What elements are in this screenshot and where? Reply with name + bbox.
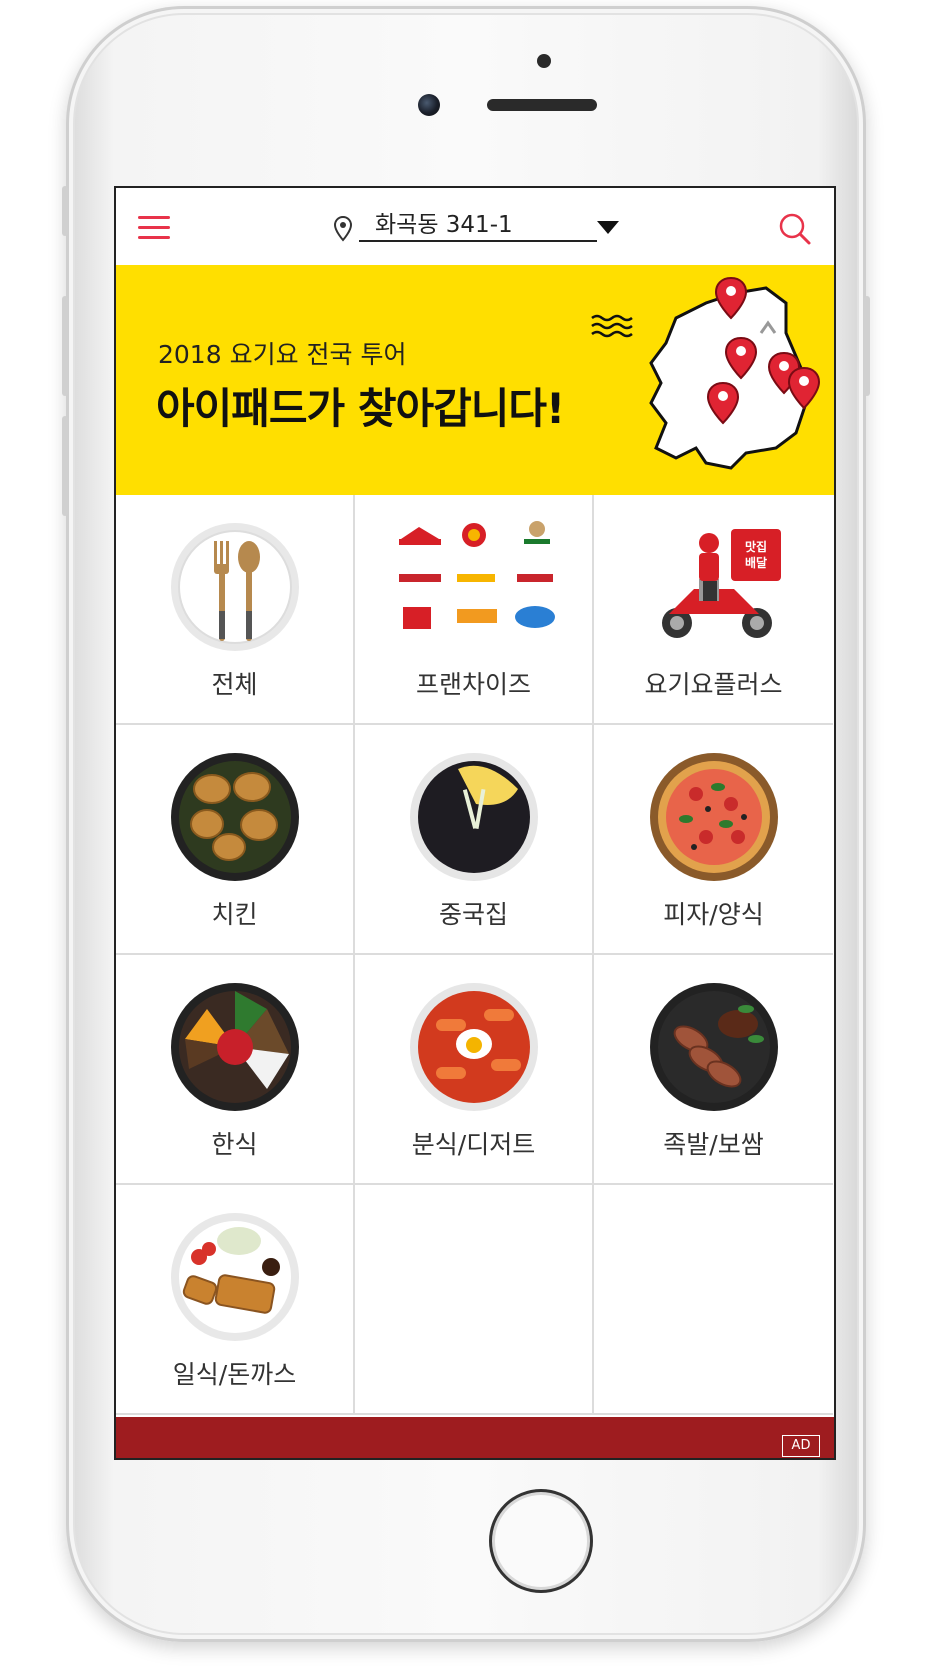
category-franchise[interactable]: 프랜차이즈 bbox=[355, 495, 594, 725]
category-label: 전체 bbox=[211, 670, 258, 699]
category-label: 족발/보쌈 bbox=[663, 1130, 764, 1159]
app-screen: 화곡동 341-1 2018 요기요 전국 투어 아이패드가 찾아갑니다! 전체… bbox=[114, 186, 836, 1460]
svg-text:배달: 배달 bbox=[744, 555, 766, 570]
front-camera bbox=[418, 94, 440, 116]
category-pizza[interactable]: 피자/양식 bbox=[594, 725, 833, 955]
category-label: 치킨 bbox=[211, 900, 258, 929]
category-label: 요기요플러스 bbox=[644, 670, 783, 699]
category-japanese-donkatsu[interactable]: 일식/돈까스 bbox=[116, 1185, 355, 1415]
franchise-logos-icon bbox=[398, 521, 555, 629]
waves-icon bbox=[591, 314, 633, 338]
empty-cell bbox=[594, 1185, 833, 1415]
category-label: 분식/디저트 bbox=[411, 1130, 536, 1159]
search-icon[interactable] bbox=[778, 212, 812, 246]
delivery-scooter-icon: 맛집 배달 bbox=[661, 529, 781, 638]
category-jokbal-bossam[interactable]: 족발/보쌈 bbox=[594, 955, 833, 1185]
proximity-sensor bbox=[537, 54, 551, 68]
plate-cutlery-icon bbox=[170, 523, 299, 651]
category-label: 중국집 bbox=[438, 900, 508, 929]
jokbal-icon bbox=[649, 983, 778, 1111]
category-label: 한식 bbox=[211, 1130, 258, 1159]
top-bar: 화곡동 341-1 bbox=[116, 188, 834, 265]
hamburger-menu-icon[interactable] bbox=[138, 216, 170, 240]
category-all[interactable]: 전체 bbox=[116, 495, 355, 725]
ad-tag: AD bbox=[782, 1435, 820, 1457]
korea-map-illustration bbox=[649, 276, 821, 470]
promo-banner[interactable]: 2018 요기요 전국 투어 아이패드가 찾아갑니다! bbox=[116, 265, 834, 495]
pizza-icon bbox=[649, 753, 778, 881]
mute-switch bbox=[62, 186, 68, 236]
bibimbap-icon bbox=[170, 983, 299, 1111]
chicken-dish-icon bbox=[170, 753, 299, 881]
home-button[interactable] bbox=[489, 1489, 593, 1593]
banner-title: 아이패드가 찾아갑니다! bbox=[156, 384, 565, 433]
volume-down-button bbox=[62, 416, 68, 516]
banner-subtitle: 2018 요기요 전국 투어 bbox=[158, 340, 407, 369]
power-button bbox=[864, 296, 870, 396]
empty-cell bbox=[355, 1185, 594, 1415]
category-label: 프랜차이즈 bbox=[415, 670, 531, 699]
category-chinese[interactable]: 중국집 bbox=[355, 725, 594, 955]
svg-text:맛집: 맛집 bbox=[744, 539, 766, 554]
category-chicken[interactable]: 치킨 bbox=[116, 725, 355, 955]
earpiece-speaker bbox=[487, 99, 597, 111]
chevron-down-icon[interactable] bbox=[597, 221, 619, 234]
location-pin-icon bbox=[334, 216, 352, 242]
ad-banner[interactable]: AD bbox=[116, 1417, 834, 1458]
category-label: 일식/돈까스 bbox=[172, 1360, 297, 1389]
jajangmyeon-icon bbox=[409, 753, 538, 881]
category-korean[interactable]: 한식 bbox=[116, 955, 355, 1185]
tteokbokki-icon bbox=[409, 983, 538, 1111]
category-yogiyo-plus[interactable]: 맛집 배달 요기요플러스 bbox=[594, 495, 833, 725]
address-selector[interactable]: 화곡동 341-1 bbox=[359, 208, 597, 242]
category-snack-dessert[interactable]: 분식/디저트 bbox=[355, 955, 594, 1185]
category-label: 피자/양식 bbox=[663, 900, 764, 929]
donkatsu-icon bbox=[170, 1213, 299, 1341]
volume-up-button bbox=[62, 296, 68, 396]
